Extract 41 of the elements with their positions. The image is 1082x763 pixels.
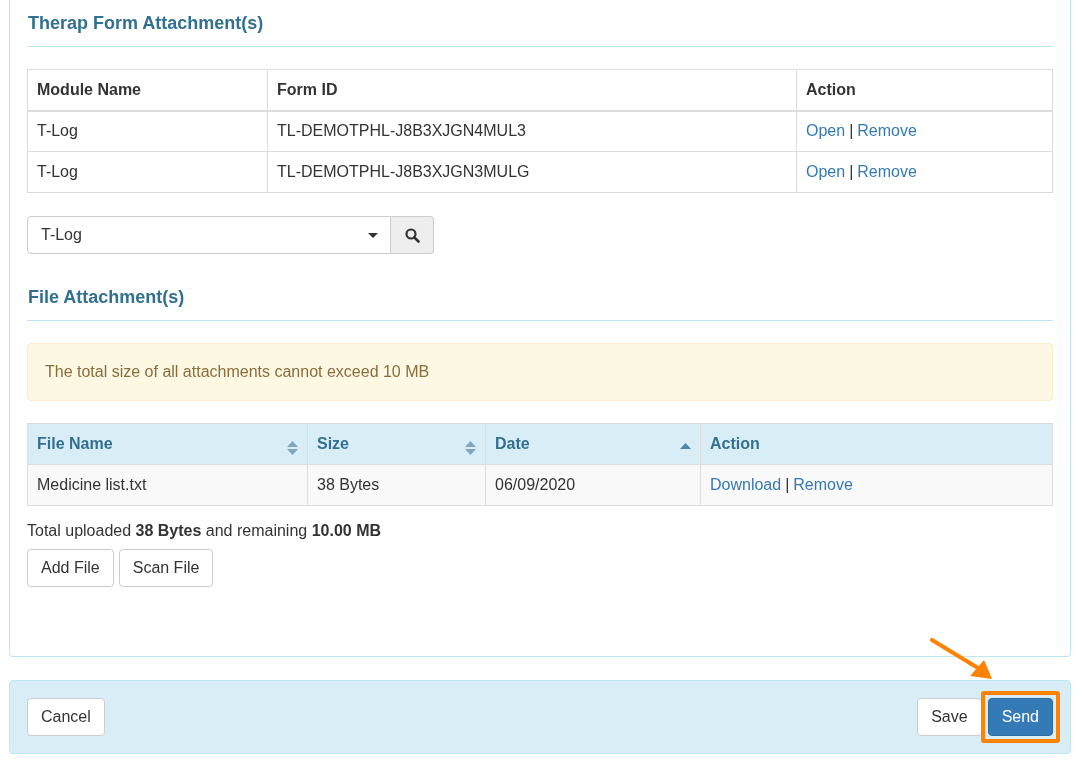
file-button[interactable]: Add File [27, 549, 114, 587]
module-select[interactable]: T-Log [27, 216, 391, 254]
sort-icon[interactable] [465, 441, 476, 455]
table-cell: 38 Bytes [307, 464, 486, 506]
search-icon [404, 227, 420, 243]
file-button[interactable]: Scan File [118, 549, 214, 587]
caret-icon [368, 232, 378, 238]
section-title: Therap Form Attachment(s) [28, 12, 265, 34]
action-link[interactable]: Remove [857, 163, 917, 180]
column-header: Form ID [267, 69, 797, 111]
action-button[interactable]: Save [917, 698, 982, 736]
column-header: Action [796, 69, 1053, 111]
table-cell: 06/09/2020 [485, 464, 701, 506]
send-button[interactable]: Send [987, 698, 1053, 736]
header-label: Action [710, 435, 760, 452]
separator: | [849, 163, 854, 180]
select-value: T-Log [41, 225, 82, 245]
action-link[interactable]: Open [806, 163, 846, 180]
header-label: Size [317, 435, 349, 452]
action-link[interactable]: Open [806, 122, 846, 140]
header-label: Date [495, 435, 530, 452]
upload-summary: Total uploaded 38 Bytes and remaining 10.00 MB [27, 521, 383, 541]
table-cell: T-Log [27, 151, 268, 193]
action-link[interactable]: Remove [793, 476, 853, 493]
table-cell: TL-DEMOTPHL-J8B3XJGN4MUL3 [267, 110, 797, 152]
table-cell: T-Log [27, 110, 268, 152]
annotation-arrow [930, 638, 994, 680]
section-title: File Attachment(s) [28, 286, 186, 308]
separator: | [849, 122, 854, 140]
sort-icon[interactable] [287, 441, 298, 455]
action-link[interactable]: Download [710, 476, 782, 493]
sort-ascending-icon[interactable] [680, 443, 691, 449]
action-link[interactable]: Remove [857, 122, 917, 140]
column-header: Module Name [27, 69, 268, 111]
table-cell: Medicine list.txt [27, 464, 308, 506]
warning-alert: The total size of all attachments cannot exceed 10 MB [27, 343, 1053, 401]
header-label: File Name [37, 435, 113, 452]
table-cell: TL-DEMOTPHL-J8B3XJGN3MULG [267, 151, 797, 193]
action-button[interactable]: Cancel [27, 698, 105, 736]
separator: | [785, 476, 790, 493]
search-button[interactable] [391, 216, 434, 254]
